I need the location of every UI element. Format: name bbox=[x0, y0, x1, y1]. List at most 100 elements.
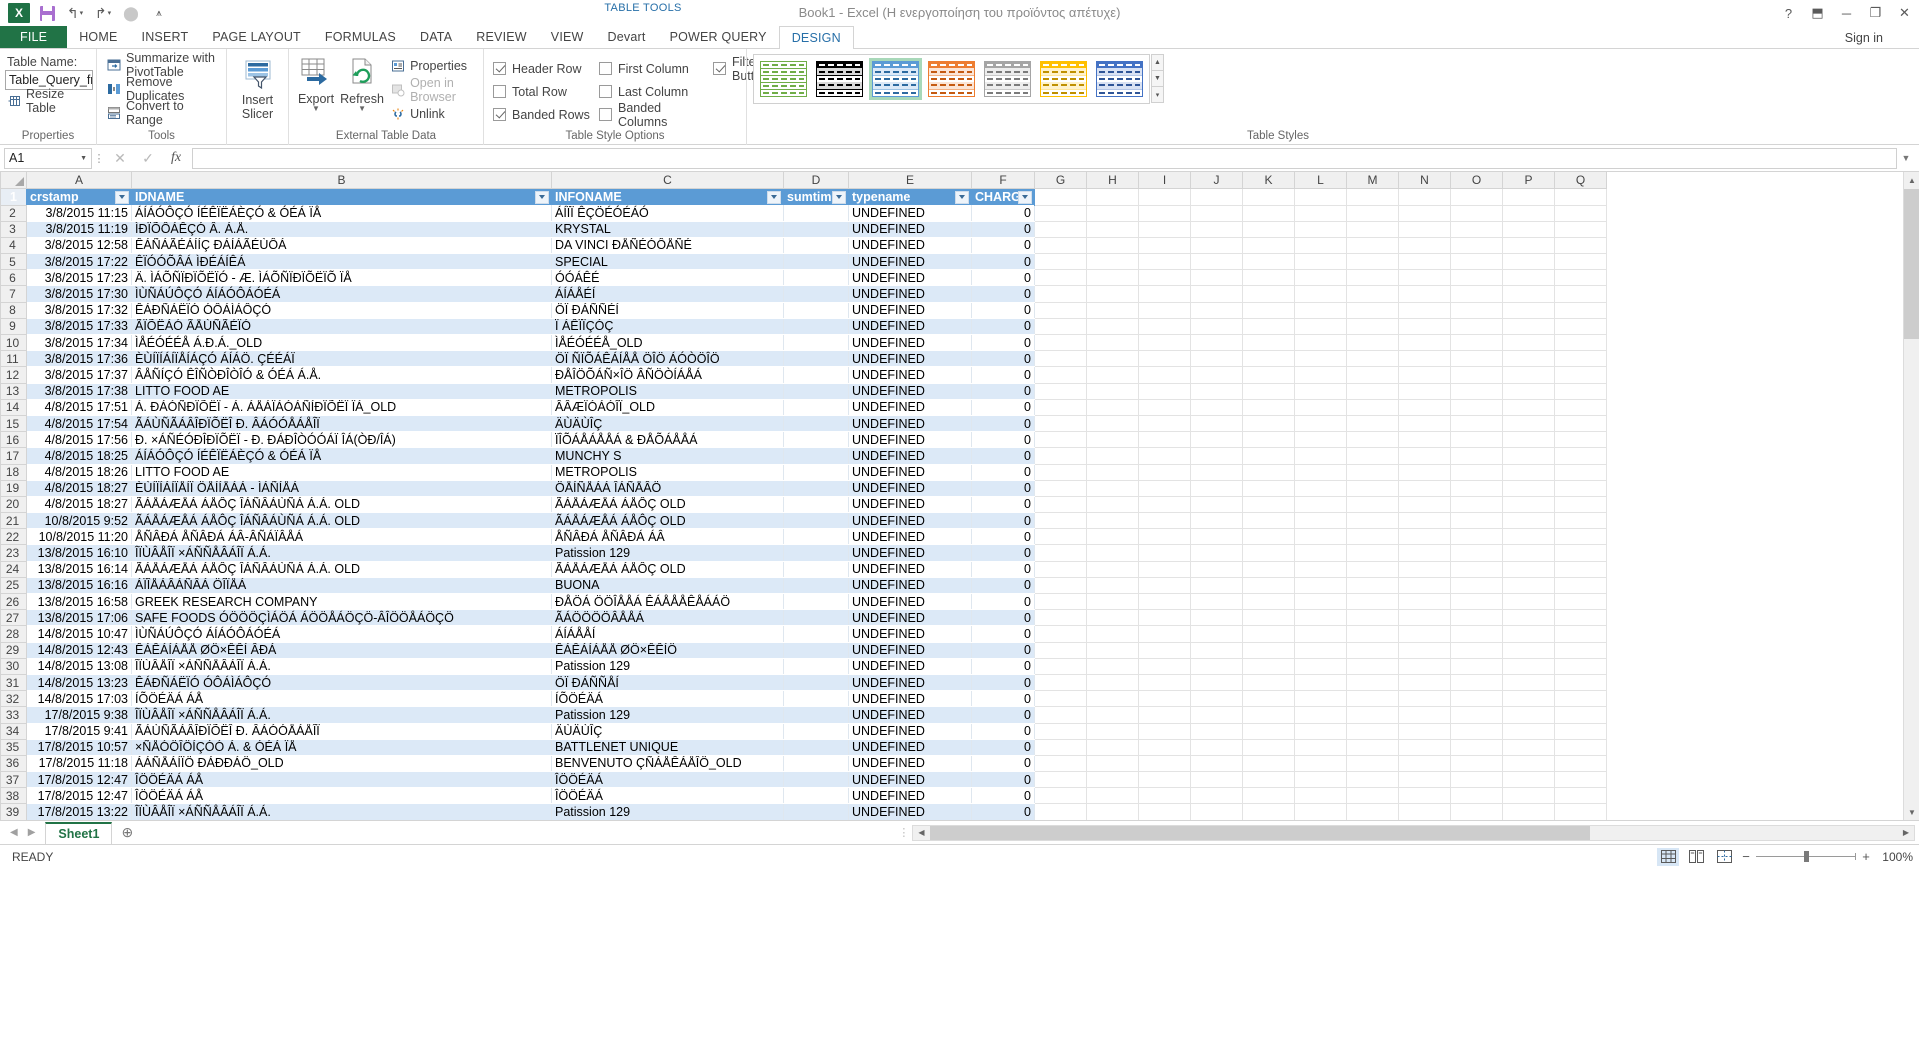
cell-H29[interactable] bbox=[1086, 642, 1139, 659]
cell-I24[interactable] bbox=[1138, 561, 1191, 578]
cell-Q16[interactable] bbox=[1554, 431, 1607, 449]
cell-P24[interactable] bbox=[1502, 561, 1555, 578]
cell-E20[interactable]: UNDEFINED bbox=[848, 496, 972, 514]
cell-empty[interactable] bbox=[1346, 188, 1399, 206]
cell-O19[interactable] bbox=[1450, 480, 1503, 497]
row-header-36[interactable]: 36 bbox=[0, 754, 27, 773]
cell-C20[interactable]: ÃÁÅÁÆÅÁ ÁÅÔÇ OLD bbox=[551, 496, 784, 514]
cell-D11[interactable] bbox=[783, 350, 849, 368]
cell-O13[interactable] bbox=[1450, 383, 1503, 400]
cell-empty[interactable] bbox=[1502, 188, 1555, 206]
table-header-cell-sumtime[interactable]: sumtime bbox=[783, 188, 849, 205]
cell-E14[interactable]: UNDEFINED bbox=[848, 399, 972, 416]
cell-L36[interactable] bbox=[1294, 755, 1347, 773]
cell-K7[interactable] bbox=[1242, 285, 1295, 303]
cell-Q20[interactable] bbox=[1554, 496, 1607, 514]
cell-I7[interactable] bbox=[1138, 285, 1191, 303]
filter-dropdown-icon[interactable] bbox=[115, 190, 129, 204]
minimize-icon[interactable]: ─ bbox=[1832, 2, 1861, 24]
normal-view-icon[interactable] bbox=[1657, 847, 1679, 866]
option-header-row[interactable]: Header Row bbox=[493, 62, 599, 76]
cell-I20[interactable] bbox=[1138, 496, 1191, 514]
table-style-swatch-4[interactable] bbox=[981, 58, 1034, 100]
total-row-checkbox[interactable] bbox=[493, 85, 506, 98]
row-header-39[interactable]: 39 bbox=[0, 803, 27, 820]
cell-N38[interactable] bbox=[1398, 787, 1451, 805]
zoom-slider[interactable]: − + bbox=[1741, 849, 1871, 864]
cell-E35[interactable]: UNDEFINED bbox=[848, 739, 972, 756]
cell-M12[interactable] bbox=[1346, 366, 1399, 384]
zoom-track[interactable] bbox=[1756, 851, 1856, 862]
tab-power-query[interactable]: POWER QUERY bbox=[658, 26, 779, 48]
cell-B23[interactable]: ÎÏÙÂÅÎÏ ×ÁÑÑÅÂÁÎÏ Á.Á. bbox=[131, 544, 552, 562]
row-header-21[interactable]: 21 bbox=[0, 512, 27, 530]
cell-H32[interactable] bbox=[1086, 690, 1139, 708]
cell-M11[interactable] bbox=[1346, 350, 1399, 368]
table-row[interactable]: 6 3/8/2015 17:23 Ä. ÌÁÕÑÏÐÏÕËÏÓ - Æ. ÌÁÕÑÏ… bbox=[0, 269, 1607, 287]
column-header-l[interactable]: L bbox=[1294, 172, 1347, 189]
cell-I18[interactable] bbox=[1138, 464, 1191, 481]
cell-M14[interactable] bbox=[1346, 399, 1399, 416]
resize-table-button[interactable]: Resize Table bbox=[5, 87, 91, 115]
cell-F11[interactable]: 0 bbox=[971, 350, 1035, 368]
hscroll-right-icon[interactable]: ▶ bbox=[1898, 828, 1914, 837]
cell-C18[interactable]: METROPOLIS bbox=[551, 464, 784, 481]
cell-P26[interactable] bbox=[1502, 593, 1555, 611]
cell-M22[interactable] bbox=[1346, 528, 1399, 546]
cell-G12[interactable] bbox=[1034, 366, 1087, 384]
cell-P13[interactable] bbox=[1502, 383, 1555, 400]
cell-J14[interactable] bbox=[1190, 399, 1243, 416]
cell-B14[interactable]: Á. ÐÁÓÑÐÏÕËÏ - Á. ÁÅÁÏÁÓÁÑÍÐÏÕËÏ ÏÁ_OLD bbox=[131, 399, 552, 416]
header-row-checkbox[interactable] bbox=[493, 62, 506, 75]
cell-A28[interactable]: 14/8/2015 10:47 bbox=[26, 625, 132, 643]
column-header-n[interactable]: N bbox=[1398, 172, 1451, 189]
cell-C25[interactable]: BUONA bbox=[551, 577, 784, 595]
tab-split-handle[interactable]: ⋮ bbox=[898, 826, 909, 839]
cell-N5[interactable] bbox=[1398, 253, 1451, 271]
status-right[interactable]: − + 100% bbox=[1657, 847, 1913, 866]
row-header-6[interactable]: 6 bbox=[0, 269, 27, 287]
cell-M39[interactable] bbox=[1346, 803, 1399, 820]
cell-K36[interactable] bbox=[1242, 755, 1295, 773]
cell-D35[interactable] bbox=[783, 739, 849, 756]
cell-F38[interactable]: 0 bbox=[971, 787, 1035, 805]
cell-D29[interactable] bbox=[783, 642, 849, 659]
cell-G22[interactable] bbox=[1034, 528, 1087, 546]
cell-J8[interactable] bbox=[1190, 302, 1243, 319]
cell-A10[interactable]: 3/8/2015 17:34 bbox=[26, 334, 132, 352]
cell-K13[interactable] bbox=[1242, 383, 1295, 400]
filter-dropdown-icon[interactable] bbox=[1018, 190, 1032, 204]
cell-N22[interactable] bbox=[1398, 528, 1451, 546]
cell-M37[interactable] bbox=[1346, 771, 1399, 789]
cell-H25[interactable] bbox=[1086, 577, 1139, 595]
cell-G30[interactable] bbox=[1034, 658, 1087, 675]
cell-N35[interactable] bbox=[1398, 739, 1451, 756]
cell-B22[interactable]: ÅÑÂÐÁ ÅÑÂÐÁ ÁÂ-ÂÑÁÏÂÅÁ bbox=[131, 528, 552, 546]
option-banded-columns[interactable]: Banded Columns bbox=[599, 101, 713, 129]
table-row[interactable]: 25 13/8/2015 16:16 ÁÏÎÅÁÂÁÑÂÁ ÖÎÏÅÁ BUONA UN… bbox=[0, 576, 1607, 595]
column-header-a[interactable]: A bbox=[26, 172, 132, 189]
column-header-b[interactable]: B bbox=[131, 172, 552, 189]
cell-M38[interactable] bbox=[1346, 787, 1399, 805]
row-header-26[interactable]: 26 bbox=[0, 592, 27, 611]
cell-H6[interactable] bbox=[1086, 269, 1139, 287]
cell-N9[interactable] bbox=[1398, 318, 1451, 336]
cell-H5[interactable] bbox=[1086, 253, 1139, 271]
row-header-16[interactable]: 16 bbox=[0, 431, 27, 449]
cell-empty[interactable] bbox=[1190, 188, 1243, 206]
filter-dropdown-icon[interactable] bbox=[767, 190, 781, 204]
cell-M2[interactable] bbox=[1346, 205, 1399, 222]
cell-D9[interactable] bbox=[783, 318, 849, 336]
cell-Q21[interactable] bbox=[1554, 512, 1607, 530]
cell-O16[interactable] bbox=[1450, 431, 1503, 449]
cell-Q4[interactable] bbox=[1554, 237, 1607, 255]
cell-N17[interactable] bbox=[1398, 447, 1451, 465]
cell-Q3[interactable] bbox=[1554, 221, 1607, 238]
cell-G13[interactable] bbox=[1034, 383, 1087, 400]
remove-duplicates-button[interactable]: Remove Duplicates bbox=[102, 75, 221, 103]
cell-G28[interactable] bbox=[1034, 625, 1087, 643]
cell-N8[interactable] bbox=[1398, 302, 1451, 319]
cell-P35[interactable] bbox=[1502, 739, 1555, 756]
cell-Q27[interactable] bbox=[1554, 609, 1607, 627]
table-header-cell-typename[interactable]: typename bbox=[848, 188, 972, 205]
